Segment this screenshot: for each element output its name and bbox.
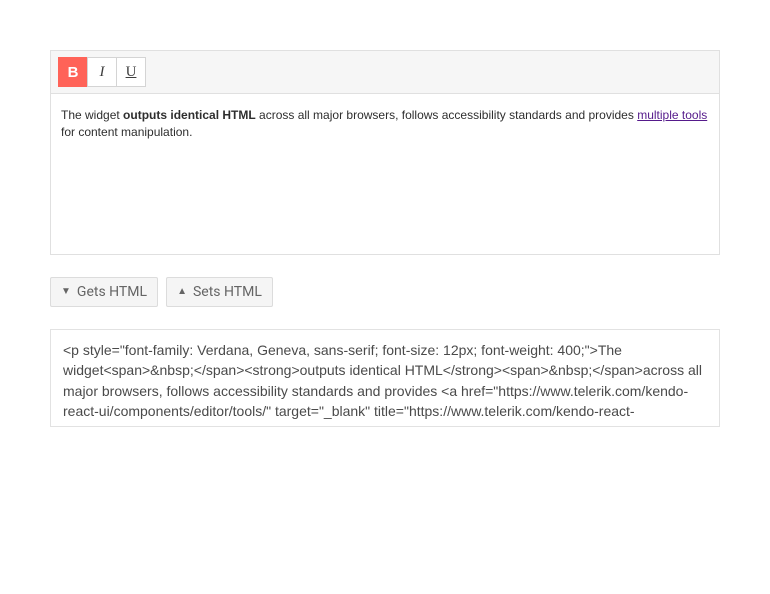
- sets-html-button[interactable]: ▲ Sets HTML: [166, 277, 273, 307]
- multiple-tools-link[interactable]: multiple tools: [637, 108, 707, 122]
- sets-html-label: Sets HTML: [193, 284, 262, 300]
- html-output-textarea[interactable]: [50, 329, 720, 427]
- editor-content-area[interactable]: The widget outputs identical HTML across…: [51, 94, 719, 254]
- gets-html-label: Gets HTML: [77, 284, 147, 300]
- bold-button[interactable]: B: [58, 57, 88, 87]
- caret-down-icon: ▼: [61, 287, 71, 297]
- action-button-row: ▼ Gets HTML ▲ Sets HTML: [50, 277, 720, 307]
- rich-text-editor: B I U The widget outputs identical HTML …: [50, 50, 720, 255]
- editor-paragraph: The widget outputs identical HTML across…: [61, 107, 709, 141]
- underline-button[interactable]: U: [116, 57, 146, 87]
- italic-button[interactable]: I: [87, 57, 117, 87]
- text-suffix: for content manipulation.: [61, 125, 192, 139]
- text-middle: across all major browsers, follows acces…: [256, 108, 638, 122]
- gets-html-button[interactable]: ▼ Gets HTML: [50, 277, 158, 307]
- caret-up-icon: ▲: [177, 287, 187, 297]
- text-prefix: The widget: [61, 108, 123, 122]
- text-bold: outputs identical HTML: [123, 108, 256, 122]
- editor-toolbar: B I U: [51, 51, 719, 94]
